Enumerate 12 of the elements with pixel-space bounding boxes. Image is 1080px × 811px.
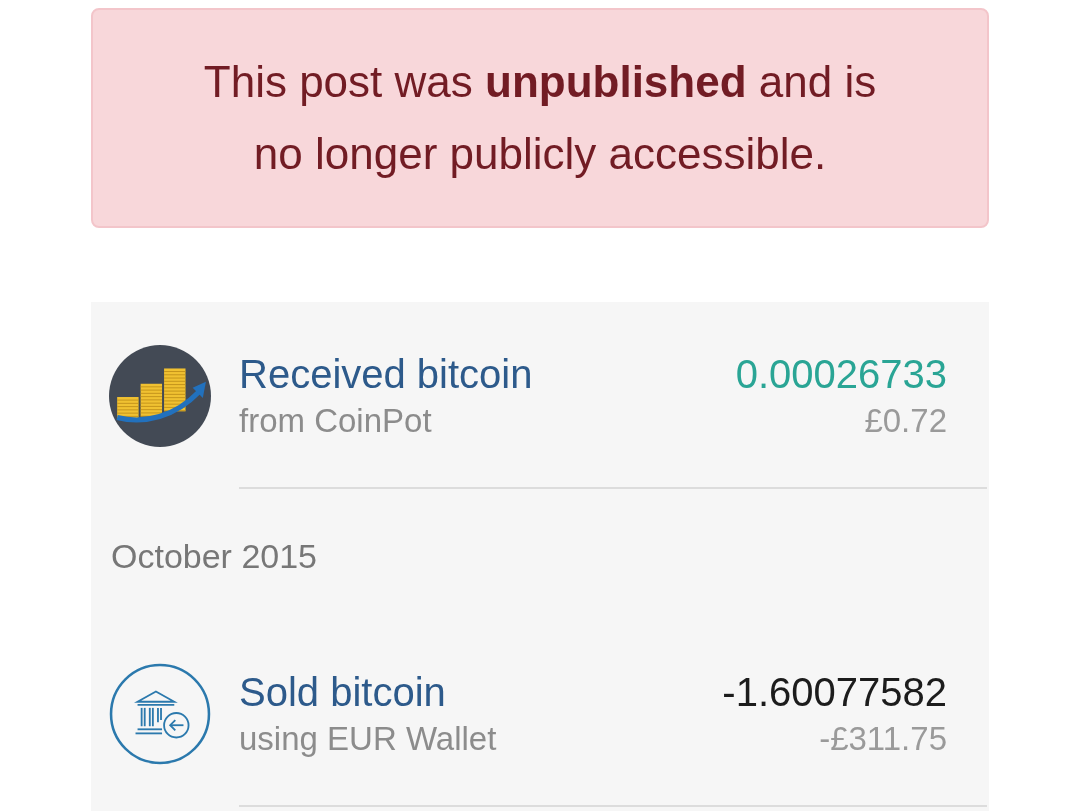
fiat-amount: £0.72: [864, 401, 947, 441]
fiat-amount: -£311.75: [819, 719, 947, 759]
crypto-amount: 0.00026733: [735, 351, 947, 398]
crypto-amount: -1.60077582: [722, 669, 947, 716]
notice-message: This post was unpublished and is no longer publicly accessible.: [202, 56, 878, 180]
coin-stacks-icon: [109, 344, 211, 447]
transaction-title: Received bitcoin: [239, 351, 533, 398]
transaction-source: from CoinPot: [239, 401, 433, 441]
bank-icon: [109, 662, 211, 765]
month-header: October 2015: [111, 536, 318, 577]
transaction-source: using EUR Wallet: [239, 719, 497, 759]
transaction-title: Sold bitcoin: [239, 669, 447, 716]
